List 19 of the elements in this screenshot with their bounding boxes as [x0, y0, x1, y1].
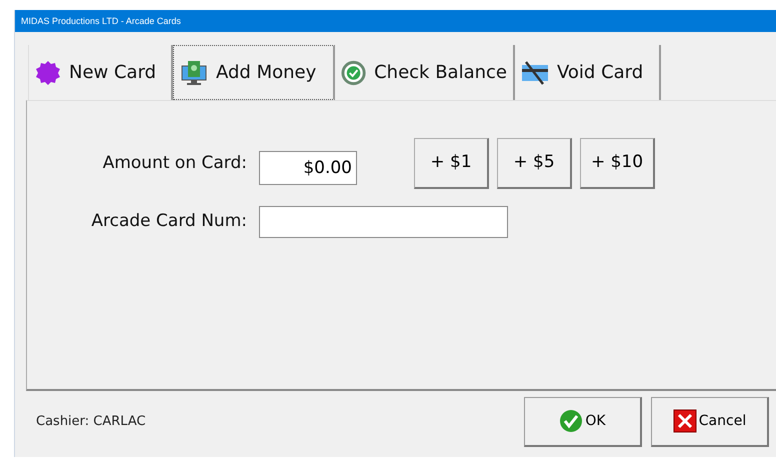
- amount-label: Amount on Card:: [102, 152, 247, 175]
- cancel-button[interactable]: Cancel: [651, 396, 769, 446]
- window-title: MIDAS Productions LTD - Arcade Cards: [15, 10, 776, 32]
- add-amount-button[interactable]: + $1: [414, 138, 489, 189]
- check-icon: [559, 409, 584, 433]
- check-circle-icon: [341, 60, 366, 86]
- ok-button[interactable]: OK: [524, 396, 642, 446]
- crossed-card-icon: [521, 60, 549, 84]
- monitor-icon: [180, 60, 208, 86]
- close-icon: [672, 409, 697, 433]
- tab[interactable]: New Card: [28, 45, 173, 100]
- tab[interactable]: Add Money: [173, 45, 335, 100]
- cashier-label: Cashier: CARLAC: [35, 412, 147, 431]
- card-number-label: Arcade Card Num:: [90, 210, 247, 234]
- card-number-field[interactable]: [259, 206, 508, 238]
- add-amount-button[interactable]: + $10: [580, 138, 655, 189]
- amount-field[interactable]: $0.00: [259, 151, 357, 185]
- add-amount-button[interactable]: + $5: [497, 138, 572, 189]
- new-badge-icon: [35, 60, 61, 86]
